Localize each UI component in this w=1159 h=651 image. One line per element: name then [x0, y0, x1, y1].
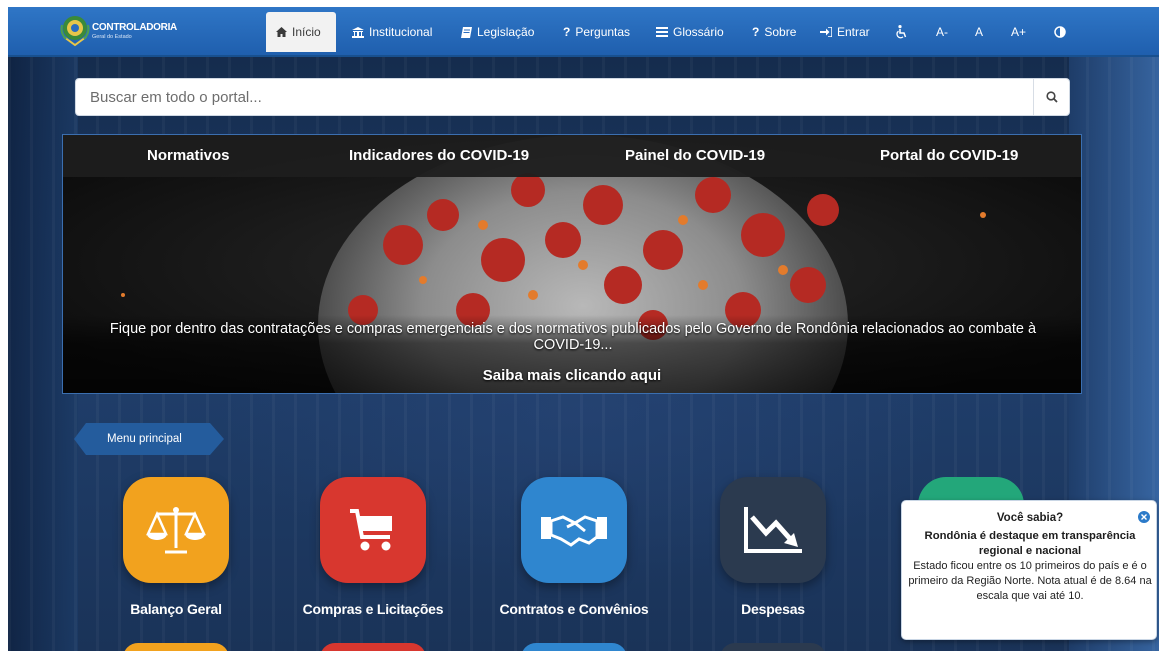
nav-label: Sobre	[764, 25, 797, 39]
banner-tab-normativos[interactable]: Normativos	[147, 147, 230, 164]
top-navbar: CONTROLADORIA Geral do Estado Início Ins…	[8, 7, 1159, 57]
popup-headline: Rondônia é destaque em transparência reg…	[924, 530, 1136, 557]
nav-label: Legislação	[477, 25, 535, 39]
close-icon[interactable]	[1138, 511, 1150, 523]
covid-banner[interactable]: Normativos Indicadores do COVID-19 Paine…	[62, 134, 1082, 394]
nav-label: Início	[292, 25, 321, 39]
home-icon	[276, 27, 287, 37]
font-decrease-button[interactable]: A-	[926, 12, 958, 52]
handshake-icon	[521, 477, 627, 583]
nav-item-sobre[interactable]: ? Sobre	[742, 12, 806, 52]
nav-item-perguntas[interactable]: ? Perguntas	[553, 12, 640, 52]
brand-logo[interactable]: CONTROLADORIA Geral do Estado	[60, 13, 177, 51]
contrast-icon	[1054, 26, 1066, 38]
font-increase-button[interactable]: A+	[1001, 12, 1036, 52]
brand-subtitle: Geral do Estado	[92, 34, 132, 40]
brand-title: CONTROLADORIA	[92, 22, 177, 33]
nav-item-inicio[interactable]: Início	[266, 12, 336, 52]
tile-label: Balanço Geral	[130, 601, 222, 617]
tile-label: Compras e Licitações	[302, 601, 444, 617]
menu-principal-label: Menu principal	[74, 423, 224, 455]
cart-icon	[320, 477, 426, 583]
chart-down-icon	[720, 477, 826, 583]
nav-item-institucional[interactable]: Institucional	[342, 12, 442, 52]
tile-next-row[interactable]	[123, 643, 229, 651]
tile-despesas[interactable]: Despesas	[693, 477, 853, 617]
banner-tab-portal[interactable]: Portal do COVID-19	[880, 147, 1018, 164]
question-icon: ?	[752, 25, 760, 39]
coat-of-arms-icon	[60, 16, 90, 47]
info-popup: Você sabia? Rondônia é destaque em trans…	[901, 500, 1157, 640]
banner-cta-link[interactable]: Saiba mais clicando aqui	[63, 367, 1081, 384]
nav-label: Entrar	[837, 25, 870, 39]
tile-next-row[interactable]	[720, 643, 826, 651]
page-frame: CONTROLADORIA Geral do Estado Início Ins…	[8, 7, 1159, 651]
banner-tab-indicadores[interactable]: Indicadores do COVID-19	[349, 147, 529, 164]
tile-label: Contratos e Convênios	[499, 601, 649, 617]
tile-compras-licitacoes[interactable]: Compras e Licitações	[293, 477, 453, 617]
search-button[interactable]	[1033, 79, 1069, 115]
nav-label: Perguntas	[575, 25, 631, 39]
question-icon: ?	[563, 25, 571, 39]
sign-in-icon	[820, 27, 832, 37]
nav-label: Institucional	[369, 25, 433, 39]
tile-label: Despesas	[741, 601, 805, 617]
popup-body: Estado ficou entre os 10 primeiros do pa…	[908, 560, 1152, 602]
tile-contratos-convenios[interactable]: Contratos e Convênios	[494, 477, 654, 617]
search-input[interactable]	[76, 79, 1034, 115]
tile-next-row[interactable]	[521, 643, 627, 651]
accessibility-icon	[896, 25, 907, 39]
list-icon	[656, 27, 668, 37]
scales-icon	[123, 477, 229, 583]
tile-balanco-geral[interactable]: Balanço Geral	[96, 477, 256, 617]
nav-item-glossario[interactable]: Glossário	[646, 12, 734, 52]
nav-item-entrar[interactable]: Entrar	[810, 12, 880, 52]
banner-tabs: Normativos Indicadores do COVID-19 Paine…	[63, 135, 1081, 177]
institution-icon	[352, 26, 364, 38]
accessibility-button[interactable]	[885, 12, 917, 52]
nav-item-legislacao[interactable]: Legislação	[451, 12, 544, 52]
book-icon	[461, 26, 472, 38]
banner-description: Fique por dentro das contratações e comp…	[109, 321, 1037, 353]
popup-title: Você sabia?	[996, 512, 1064, 524]
search-icon	[1045, 91, 1058, 103]
tile-next-row[interactable]	[320, 643, 426, 651]
contrast-button[interactable]	[1044, 12, 1076, 52]
nav-label: Glossário	[673, 25, 724, 39]
banner-tab-painel[interactable]: Painel do COVID-19	[625, 147, 765, 164]
font-normal-button[interactable]: A	[965, 12, 993, 52]
search-bar	[75, 78, 1070, 116]
